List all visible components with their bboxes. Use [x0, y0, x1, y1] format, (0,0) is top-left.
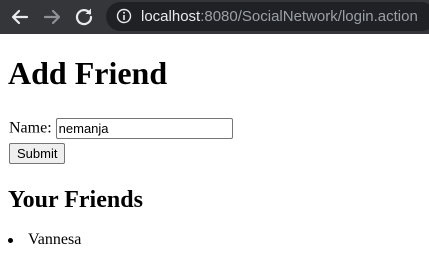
url-text: localhost:8080/SocialNetwork/login.actio…: [141, 8, 418, 25]
name-input[interactable]: [55, 118, 233, 139]
name-label: Name:: [9, 119, 52, 137]
browser-toolbar: localhost:8080/SocialNetwork/login.actio…: [0, 0, 429, 34]
submit-button[interactable]: Submit: [9, 143, 66, 164]
forward-button[interactable]: [40, 5, 64, 29]
arrow-right-icon: [43, 9, 61, 25]
url-host: localhost: [141, 8, 201, 25]
url-path: :8080/SocialNetwork/login.action: [200, 8, 418, 25]
reload-icon: [75, 8, 93, 26]
back-button[interactable]: [8, 5, 32, 29]
info-icon[interactable]: [116, 8, 132, 24]
page-title: Add Friend: [8, 55, 168, 91]
page-content: Add Friend Name: Submit Your Friends Van…: [0, 34, 429, 253]
reload-button[interactable]: [72, 5, 96, 29]
friends-list: Vannesa: [0, 230, 81, 250]
friends-heading: Your Friends: [8, 187, 143, 213]
name-row: Name:: [9, 118, 233, 139]
friend-item: Vannesa: [0, 230, 81, 250]
address-bar[interactable]: localhost:8080/SocialNetwork/login.actio…: [106, 2, 429, 31]
arrow-left-icon: [11, 9, 29, 25]
